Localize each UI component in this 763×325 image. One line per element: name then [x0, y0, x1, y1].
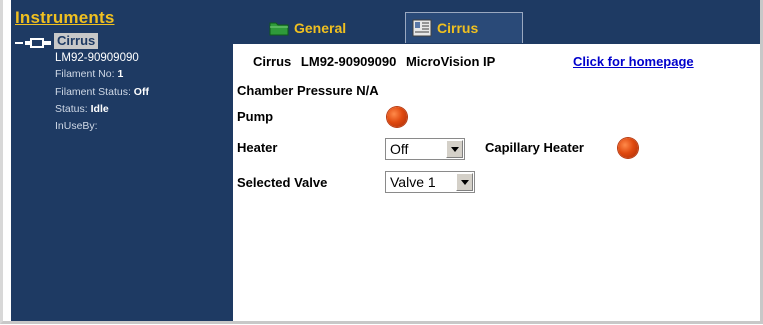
heater-select[interactable]: Off: [385, 138, 465, 160]
status-value: Idle: [90, 103, 109, 115]
pump-label: Pump: [237, 109, 274, 124]
tab-cirrus-label: Cirrus: [437, 20, 479, 36]
valve-select[interactable]: Valve 1: [385, 171, 475, 193]
header-serial: LM92-90909090: [300, 54, 397, 69]
heater-label: Heater: [237, 140, 278, 155]
sidebar-filament-no: Filament No: 1: [55, 68, 123, 81]
tab-bar: General Cirrus: [233, 0, 760, 44]
filament-no-label: Filament No:: [55, 68, 115, 80]
main-panel: Cirrus LM92-90909090 MicroVision IP Clic…: [233, 44, 760, 321]
valve-select-value: Valve 1: [390, 174, 436, 190]
folder-icon: [269, 22, 289, 36]
sidebar-status: Status: Idle: [55, 103, 109, 116]
status-label: Status:: [55, 103, 88, 115]
sidebar-filament-status: Filament Status: Off: [55, 86, 149, 99]
instrument-header: Cirrus LM92-90909090 MicroVision IP: [253, 54, 501, 69]
sidebar-serial: LM92-90909090: [55, 52, 139, 64]
tab-general-label: General: [294, 20, 347, 36]
app-frame: Instruments Cirrus LM92-90909090 Filamen…: [0, 0, 763, 324]
instrument-icon: [25, 38, 51, 48]
capillary-heater-label: Capillary Heater: [485, 140, 584, 155]
instruments-sidebar: Instruments Cirrus LM92-90909090 Filamen…: [11, 0, 233, 321]
filament-no-value: 1: [117, 68, 124, 80]
tab-general[interactable]: General: [269, 13, 346, 43]
chamber-pressure-label: Chamber Pressure: [237, 83, 353, 98]
capillary-heater-indicator-led[interactable]: [618, 138, 638, 158]
pump-indicator-led[interactable]: [387, 107, 407, 127]
selected-valve-label: Selected Valve: [237, 175, 328, 190]
chevron-down-icon[interactable]: [446, 140, 463, 158]
sidebar-inuseby: InUseBy:: [55, 120, 98, 133]
tree-connector: [15, 42, 23, 44]
filament-status-label: Filament Status:: [55, 86, 131, 98]
instrument-icon: [412, 19, 432, 37]
chamber-pressure-value: N/A: [356, 83, 379, 98]
sidebar-instrument-cirrus[interactable]: Cirrus: [54, 33, 99, 49]
chamber-pressure-row: Chamber Pressure N/A: [237, 83, 379, 98]
filament-status-value: Off: [133, 86, 149, 98]
sidebar-title[interactable]: Instruments: [15, 8, 115, 28]
chevron-down-icon[interactable]: [456, 173, 473, 191]
homepage-link[interactable]: Click for homepage: [573, 54, 694, 69]
header-name: Cirrus: [253, 54, 292, 69]
tab-cirrus[interactable]: Cirrus: [405, 12, 523, 43]
header-product: MicroVision IP: [405, 54, 496, 69]
heater-select-value: Off: [390, 141, 409, 157]
inuseby-label: InUseBy:: [55, 120, 98, 132]
